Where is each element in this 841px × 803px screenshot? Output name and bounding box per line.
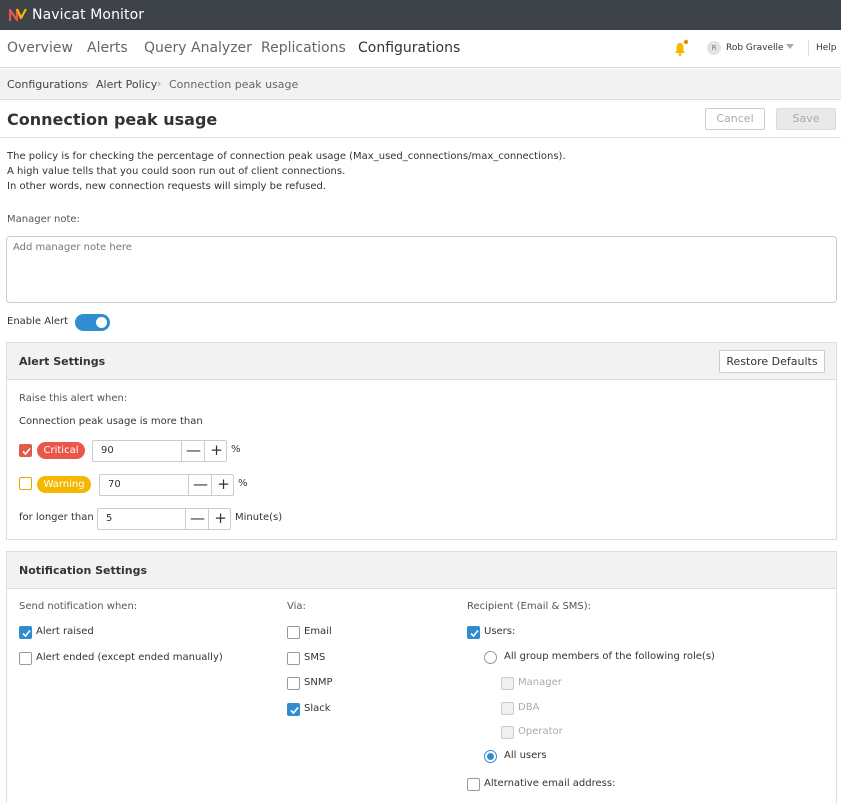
alert-ended-label[interactable]: Alert ended (except ended manually) bbox=[36, 652, 223, 663]
via-slack-label[interactable]: Slack bbox=[304, 703, 331, 714]
plus-icon[interactable]: + bbox=[208, 509, 232, 529]
critical-badge: Critical bbox=[37, 442, 85, 459]
nav-divider bbox=[808, 40, 809, 56]
duration-value[interactable]: 5 bbox=[106, 513, 112, 524]
tab-replications[interactable]: Replications bbox=[261, 40, 346, 56]
save-button[interactable]: Save bbox=[776, 108, 836, 130]
notification-settings-title: Notification Settings bbox=[19, 564, 148, 577]
help-link[interactable]: Help bbox=[816, 43, 837, 53]
minus-icon[interactable]: — bbox=[188, 475, 212, 495]
main-nav: Overview Alerts Query Analyzer Replicati… bbox=[0, 30, 841, 68]
minus-icon[interactable]: — bbox=[181, 441, 205, 461]
restore-defaults-button[interactable]: Restore Defaults bbox=[719, 350, 825, 373]
cancel-button[interactable]: Cancel bbox=[705, 108, 765, 130]
description-line: In other words, new connection requests … bbox=[7, 181, 327, 192]
tab-configurations[interactable]: Configurations bbox=[358, 40, 460, 56]
check-icon bbox=[290, 706, 299, 715]
toggle-knob bbox=[96, 317, 107, 328]
warning-stepper[interactable]: 70 — + bbox=[99, 474, 234, 496]
via-email-label[interactable]: Email bbox=[304, 626, 332, 637]
enable-alert-label: Enable Alert bbox=[7, 316, 69, 327]
group-members-label[interactable]: All group members of the following role(… bbox=[504, 651, 715, 662]
warning-checkbox[interactable] bbox=[19, 477, 32, 490]
raise-when-label: Raise this alert when: bbox=[19, 393, 128, 404]
alert-ended-checkbox[interactable] bbox=[19, 652, 32, 665]
duration-label: for longer than bbox=[19, 512, 94, 523]
critical-stepper[interactable]: 90 — + bbox=[92, 440, 227, 462]
breadcrumb-configurations[interactable]: Configurations bbox=[7, 78, 87, 91]
users-label[interactable]: Users: bbox=[484, 626, 515, 637]
page-header: Connection peak usage Cancel Save bbox=[0, 101, 841, 138]
all-users-radio[interactable] bbox=[484, 750, 497, 763]
group-members-radio[interactable] bbox=[484, 651, 497, 664]
check-icon bbox=[22, 629, 31, 638]
alert-settings-panel: Alert Settings Restore Defaults Raise th… bbox=[6, 342, 837, 540]
warning-unit: % bbox=[238, 478, 248, 489]
role-manager-checkbox[interactable] bbox=[501, 677, 514, 690]
notification-settings-panel: Notification Settings Send notification … bbox=[6, 551, 837, 803]
notification-settings-header: Notification Settings bbox=[7, 552, 836, 589]
role-dba-label: DBA bbox=[518, 702, 540, 713]
user-name[interactable]: Rob Gravelle bbox=[726, 43, 784, 53]
manager-note-input[interactable] bbox=[6, 236, 837, 303]
bell-icon[interactable] bbox=[674, 39, 688, 57]
via-email-checkbox[interactable] bbox=[287, 626, 300, 639]
alert-raised-checkbox[interactable] bbox=[19, 626, 32, 639]
via-snmp-label[interactable]: SNMP bbox=[304, 677, 333, 688]
tab-overview[interactable]: Overview bbox=[7, 40, 73, 56]
recipient-heading: Recipient (Email & SMS): bbox=[467, 601, 592, 612]
alt-email-checkbox[interactable] bbox=[467, 778, 480, 791]
role-operator-label: Operator bbox=[518, 726, 563, 737]
role-manager-label: Manager bbox=[518, 677, 562, 688]
warning-value[interactable]: 70 bbox=[108, 479, 121, 490]
critical-value[interactable]: 90 bbox=[101, 445, 114, 456]
role-operator-checkbox[interactable] bbox=[501, 726, 514, 739]
alt-email-label[interactable]: Alternative email address: bbox=[484, 778, 615, 789]
alert-settings-title: Alert Settings bbox=[19, 355, 106, 368]
users-checkbox[interactable] bbox=[467, 626, 480, 639]
minus-icon[interactable]: — bbox=[185, 509, 209, 529]
all-users-label[interactable]: All users bbox=[504, 750, 547, 761]
critical-checkbox[interactable] bbox=[19, 444, 32, 457]
breadcrumb: Configurations › Alert Policy › Connecti… bbox=[0, 69, 841, 100]
tab-alerts[interactable]: Alerts bbox=[87, 40, 128, 56]
alert-settings-header: Alert Settings Restore Defaults bbox=[7, 343, 836, 380]
avatar[interactable]: R bbox=[707, 41, 721, 55]
via-snmp-checkbox[interactable] bbox=[287, 677, 300, 690]
send-when-heading: Send notification when: bbox=[19, 601, 138, 612]
check-icon bbox=[22, 447, 31, 456]
warning-badge: Warning bbox=[37, 476, 91, 493]
navicat-logo-icon bbox=[9, 8, 27, 22]
duration-unit: Minute(s) bbox=[235, 512, 283, 523]
title-bar: Navicat Monitor bbox=[0, 0, 841, 30]
description-line: A high value tells that you could soon r… bbox=[7, 166, 346, 177]
alert-raised-label[interactable]: Alert raised bbox=[36, 626, 94, 637]
page-title: Connection peak usage bbox=[7, 110, 218, 129]
plus-icon[interactable]: + bbox=[211, 475, 235, 495]
plus-icon[interactable]: + bbox=[204, 441, 228, 461]
via-sms-label[interactable]: SMS bbox=[304, 652, 325, 663]
breadcrumb-current: Connection peak usage bbox=[169, 78, 299, 91]
role-dba-checkbox[interactable] bbox=[501, 702, 514, 715]
check-icon bbox=[470, 629, 479, 638]
breadcrumb-separator: › bbox=[85, 77, 90, 90]
duration-stepper[interactable]: 5 — + bbox=[97, 508, 231, 530]
via-slack-checkbox[interactable] bbox=[287, 703, 300, 716]
description-line: The policy is for checking the percentag… bbox=[7, 151, 566, 162]
critical-unit: % bbox=[231, 444, 241, 455]
chevron-down-icon[interactable] bbox=[786, 44, 794, 49]
app-title: Navicat Monitor bbox=[32, 7, 145, 23]
tab-query-analyzer[interactable]: Query Analyzer bbox=[144, 40, 252, 56]
enable-alert-toggle[interactable] bbox=[75, 314, 110, 331]
breadcrumb-separator: › bbox=[157, 77, 162, 90]
via-heading: Via: bbox=[287, 601, 306, 612]
condition-label: Connection peak usage is more than bbox=[19, 416, 203, 427]
breadcrumb-alert-policy[interactable]: Alert Policy bbox=[96, 78, 157, 91]
via-sms-checkbox[interactable] bbox=[287, 652, 300, 665]
manager-note-label: Manager note: bbox=[7, 214, 80, 225]
